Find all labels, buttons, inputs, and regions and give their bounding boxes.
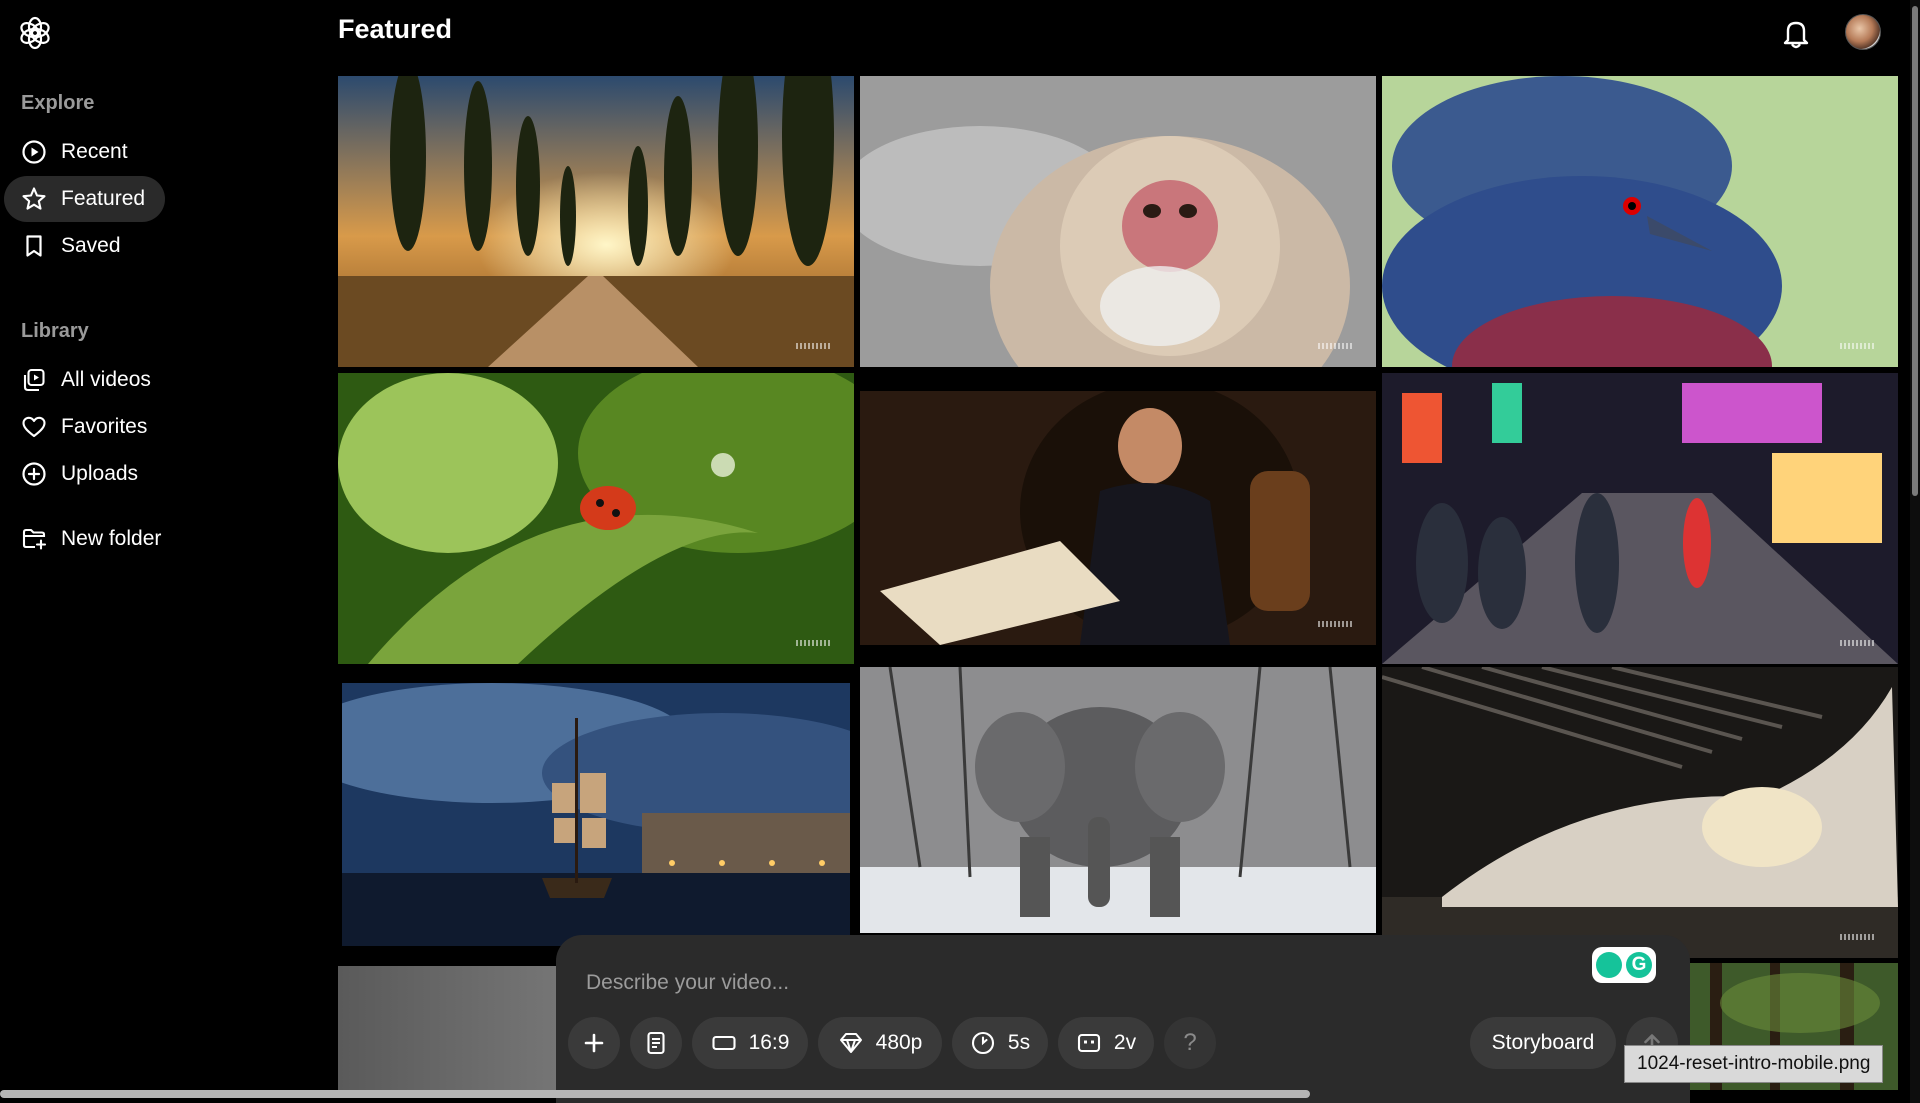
street-market-image [1382, 373, 1898, 664]
video-thumbnail-writer[interactable] [860, 391, 1376, 645]
resolution-value: 480p [875, 1031, 923, 1054]
notifications-bell-icon[interactable] [1780, 16, 1812, 50]
video-thumbnail-ladybug[interactable] [338, 373, 854, 664]
sidebar-item-saved[interactable]: Saved [4, 223, 141, 269]
aspect-ratio-value: 16:9 [748, 1031, 790, 1054]
variations-value: 2v [1113, 1031, 1137, 1054]
elephant-image [860, 667, 1376, 933]
watermark [1318, 343, 1354, 349]
video-thumbnail-ship[interactable] [342, 683, 850, 946]
preset-button[interactable] [630, 1017, 682, 1069]
file-tooltip: 1024-reset-intro-mobile.png [1624, 1045, 1884, 1083]
sidebar-item-featured[interactable]: Featured [4, 176, 166, 222]
sidebar-item-label: All videos [61, 368, 151, 391]
plus-icon [584, 1033, 604, 1053]
video-thumbnail-tree-road[interactable] [338, 76, 854, 367]
duration-button[interactable]: 5s [952, 1017, 1048, 1069]
watermark [1318, 621, 1354, 627]
sidebar-item-label: Featured [61, 187, 146, 210]
sidebar-item-label: Recent [61, 140, 128, 163]
watermark [796, 343, 832, 349]
sidebar-item-label: Favorites [61, 415, 148, 438]
writer-image [860, 391, 1376, 645]
ladybug-image [338, 373, 854, 664]
app-logo-icon[interactable] [18, 16, 52, 50]
user-avatar[interactable] [1845, 14, 1881, 50]
heart-icon [22, 416, 46, 438]
grammarly-icon: G [1626, 952, 1652, 978]
bookmark-icon [26, 235, 42, 257]
help-button[interactable]: ? [1164, 1017, 1216, 1069]
video-thumbnail-monkey[interactable] [860, 76, 1376, 367]
storyboard-button[interactable]: Storyboard [1470, 1017, 1616, 1069]
watermark [1840, 343, 1876, 349]
sidebar-item-recent[interactable]: Recent [4, 129, 148, 175]
watermark [796, 640, 832, 646]
prompt-composer: G 16:9 480p 5s 2v ? Storyboard [556, 935, 1690, 1103]
sidebar-item-favorites[interactable]: Favorites [4, 404, 167, 450]
watermark [1840, 640, 1876, 646]
page-title: Featured [338, 14, 453, 44]
video-thumbnail-street-market[interactable] [1382, 373, 1898, 664]
crowned-pigeon-image [1382, 76, 1898, 367]
duration-value: 5s [1007, 1031, 1031, 1054]
add-media-button[interactable] [568, 1017, 620, 1069]
horizontal-scrollbar[interactable] [0, 1090, 1310, 1098]
video-stack-icon [23, 368, 45, 392]
aspect-ratio-icon [712, 1035, 736, 1051]
sidebar-item-label: Saved [61, 234, 121, 257]
prompt-input[interactable] [584, 963, 1584, 1003]
tree-road-image [338, 76, 854, 367]
architecture-image [1382, 667, 1898, 958]
ship-image [342, 683, 850, 946]
resolution-button[interactable]: 480p [818, 1017, 942, 1069]
grammarly-extension[interactable]: G [1592, 947, 1656, 983]
library-section-title: Library [21, 320, 89, 342]
sidebar-item-uploads[interactable]: Uploads [4, 451, 158, 497]
play-circle-icon [22, 140, 46, 164]
monkey-image [860, 76, 1376, 367]
document-icon [647, 1031, 665, 1055]
diamond-icon [839, 1033, 862, 1053]
aspect-ratio-button[interactable]: 16:9 [692, 1017, 808, 1069]
lightbulb-icon [1596, 952, 1622, 978]
sidebar: Explore Recent Featured Saved Library Al… [0, 0, 338, 1103]
variations-button[interactable]: 2v [1058, 1017, 1154, 1069]
star-icon [22, 187, 46, 210]
clock-icon [971, 1031, 994, 1055]
sidebar-item-all-videos[interactable]: All videos [4, 357, 171, 403]
new-folder-label: New folder [61, 527, 162, 550]
video-thumbnail-crowned-pigeon[interactable] [1382, 76, 1898, 367]
vertical-scrollbar-thumb[interactable] [1912, 6, 1918, 496]
sidebar-item-label: Uploads [61, 462, 139, 485]
watermark [1840, 934, 1876, 940]
video-thumbnail-elephant[interactable] [860, 667, 1376, 933]
variations-icon [1077, 1033, 1100, 1053]
video-thumbnail-architecture[interactable] [1382, 667, 1898, 958]
plus-circle-icon [22, 462, 46, 486]
new-folder-button[interactable]: New folder [4, 516, 181, 562]
folder-plus-icon [22, 528, 47, 550]
explore-section-title: Explore [21, 92, 95, 114]
